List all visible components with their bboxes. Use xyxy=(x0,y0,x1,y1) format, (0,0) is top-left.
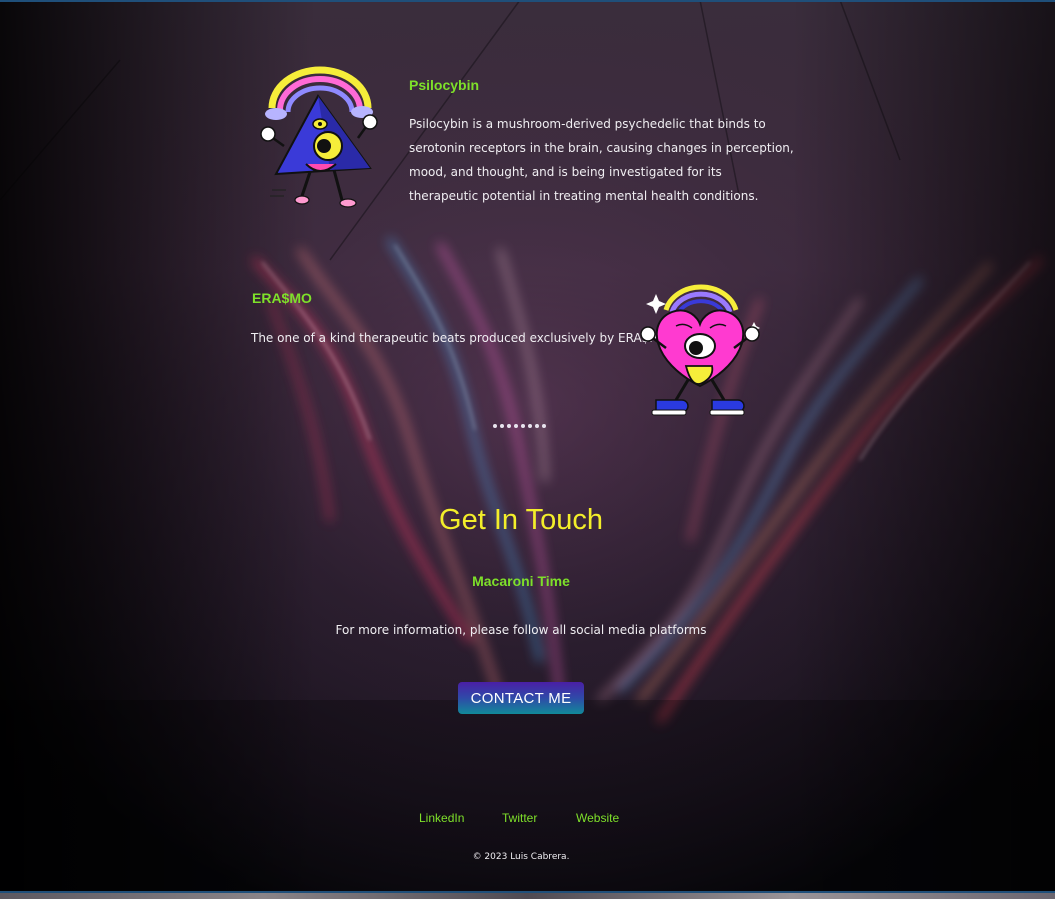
contact-me-button[interactable]: CONTACT ME xyxy=(458,682,584,714)
footer-link-website[interactable]: Website xyxy=(576,811,619,825)
slider-dot[interactable] xyxy=(528,424,532,428)
contact-heading: Get In Touch xyxy=(439,504,603,536)
heart-eye-rainbow-character-icon xyxy=(640,284,760,416)
copyright-text: © 2023 Luis Cabrera. xyxy=(472,852,570,862)
card-text-psilocybin: Psilocybin is a mushroom-derived psyched… xyxy=(409,117,794,203)
slider-dot[interactable] xyxy=(535,424,539,428)
top-border xyxy=(0,0,1055,2)
slider-dot[interactable] xyxy=(507,424,511,428)
card-text-erasmo: The one of a kind therapeutic beats prod… xyxy=(251,331,670,345)
card-title-psilocybin: Psilocybin xyxy=(409,77,480,93)
slider-dot[interactable] xyxy=(542,424,546,428)
card-title-erasmo: ERA$MO xyxy=(252,290,312,306)
footer-link-linkedin[interactable]: LinkedIn xyxy=(419,811,464,825)
slider-dot[interactable] xyxy=(521,424,525,428)
contact-text: For more information, please follow all … xyxy=(335,623,707,637)
contact-subheading: Macaroni Time xyxy=(472,573,570,589)
bottom-strip xyxy=(0,893,1055,899)
slider-dot[interactable] xyxy=(493,424,497,428)
pyramid-eye-rainbow-character-icon xyxy=(260,66,378,208)
slider-pagination xyxy=(493,424,553,430)
slider-dot[interactable] xyxy=(514,424,518,428)
slider-dot[interactable] xyxy=(500,424,504,428)
footer-link-twitter[interactable]: Twitter xyxy=(502,811,537,825)
